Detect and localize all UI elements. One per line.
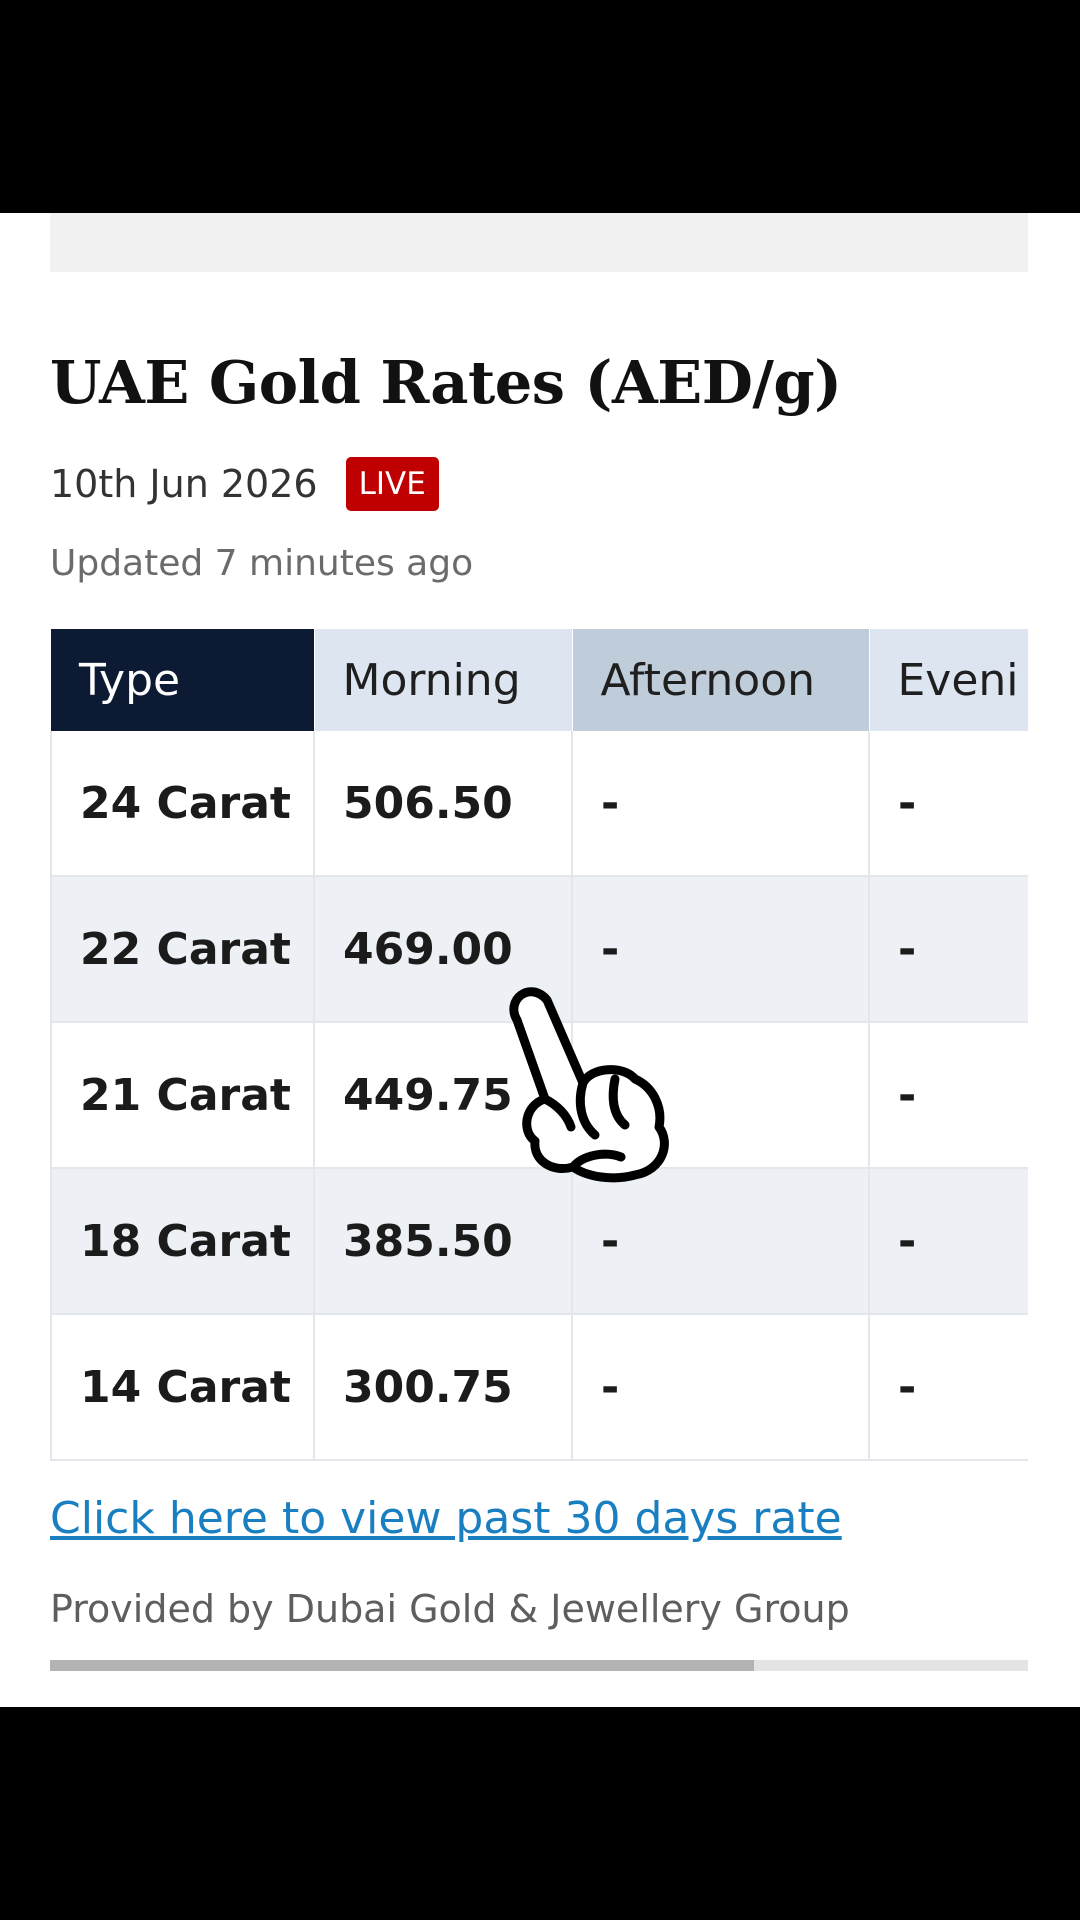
morning-rate-cell: 385.50 xyxy=(314,1168,573,1315)
live-badge: LIVE xyxy=(345,457,439,511)
afternoon-rate-cell: - xyxy=(572,1314,870,1461)
row-type-cell: 22 Carat xyxy=(50,876,315,1023)
afternoon-rate-cell: - xyxy=(572,1168,870,1315)
evening-rate-cell: - xyxy=(869,731,1028,877)
row-type-cell: 18 Carat xyxy=(50,1168,315,1315)
table-row: 14 Carat 300.75 - - xyxy=(50,1314,1028,1461)
evening-rate-cell: - xyxy=(869,1168,1028,1315)
top-banner-placeholder xyxy=(50,213,1028,272)
scrollbar-thumb[interactable] xyxy=(50,1660,755,1671)
row-type-cell: 21 Carat xyxy=(50,1022,315,1169)
table-header-row: Type Morning Afternoon Eveni xyxy=(51,629,1028,731)
table-row: 18 Carat 385.50 - - xyxy=(50,1168,1028,1315)
provider-credit: Provided by Dubai Gold & Jewellery Group xyxy=(50,1587,850,1631)
updated-timestamp: Updated 7 minutes ago xyxy=(50,543,474,584)
page-content: UAE Gold Rates (AED/g) 10th Jun 2026 LIV… xyxy=(0,213,1080,1707)
evening-rate-cell: - xyxy=(869,1022,1028,1169)
date-row: 10th Jun 2026 LIVE xyxy=(50,455,439,513)
hand-pointer-icon xyxy=(509,987,669,1183)
morning-rate-cell: 506.50 xyxy=(314,731,573,877)
column-header-type[interactable]: Type xyxy=(51,629,315,731)
afternoon-rate-cell: - xyxy=(572,731,870,877)
column-header-afternoon[interactable]: Afternoon xyxy=(572,629,870,731)
rate-date: 10th Jun 2026 xyxy=(50,462,318,506)
morning-rate-cell: 300.75 xyxy=(314,1314,573,1461)
evening-rate-cell: - xyxy=(869,1314,1028,1461)
page-title: UAE Gold Rates (AED/g) xyxy=(50,348,842,417)
row-type-cell: 24 Carat xyxy=(50,731,315,877)
column-header-morning[interactable]: Morning xyxy=(314,629,573,731)
row-type-cell: 14 Carat xyxy=(50,1314,315,1461)
column-header-evening[interactable]: Eveni xyxy=(869,629,1028,731)
evening-rate-cell: - xyxy=(869,876,1028,1023)
table-row: 24 Carat 506.50 - - xyxy=(50,731,1028,877)
past-30-days-link[interactable]: Click here to view past 30 days rate xyxy=(50,1493,842,1544)
horizontal-scrollbar[interactable] xyxy=(50,1660,1028,1671)
